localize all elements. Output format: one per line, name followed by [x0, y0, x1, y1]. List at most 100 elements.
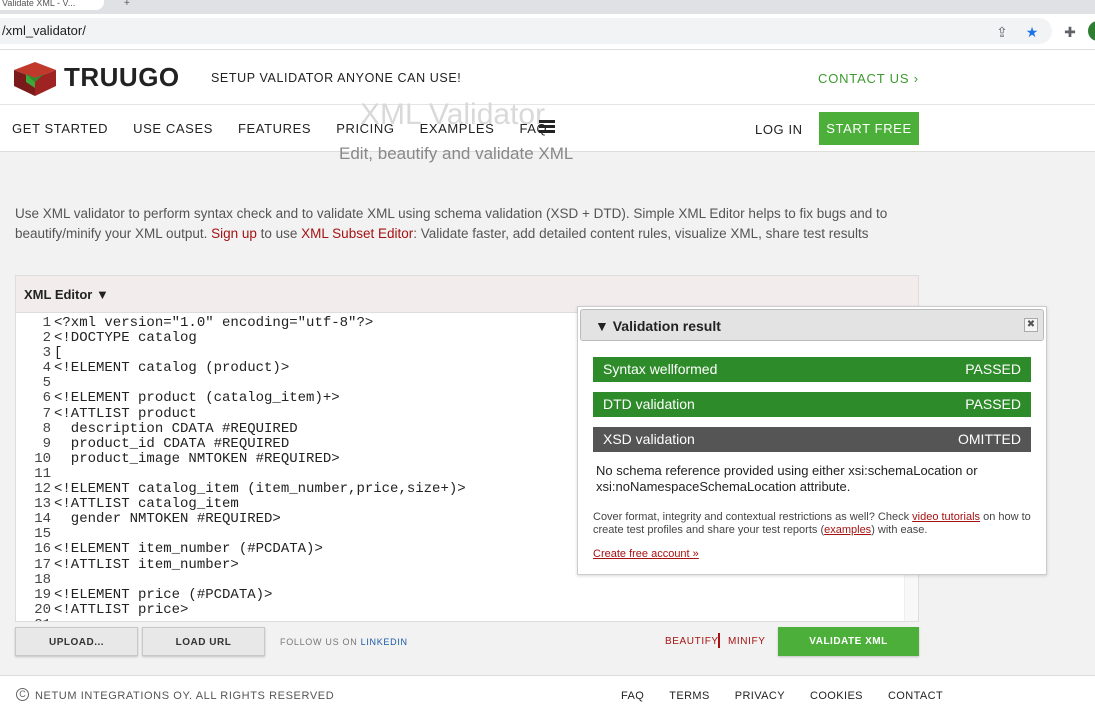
line-number: 13	[34, 496, 51, 513]
line-number: 11	[34, 465, 51, 482]
line-number: 7	[42, 405, 51, 422]
address-bar: /xml_validator/ ⇪ ★ ✚	[0, 14, 1095, 50]
code-line[interactable]: 19 <!ELEMENT price (#PCDATA)>	[16, 586, 904, 603]
url-text: /xml_validator/	[2, 23, 86, 38]
footer-link-terms[interactable]: TERMS	[669, 690, 710, 702]
validation-note: No schema reference provided using eithe…	[596, 463, 978, 494]
follow-us: FOLLOW US ON LINKEDIN	[280, 637, 408, 647]
start-free-button[interactable]: START FREE	[819, 112, 919, 145]
truugo-logo-icon[interactable]	[12, 62, 58, 96]
header-divider	[0, 104, 1095, 105]
line-number: 6	[42, 390, 51, 407]
beautify-link[interactable]: BEAUTIFY	[665, 636, 719, 647]
code-text[interactable]: <!ELEMENT catalog_item (item_number,pric…	[54, 481, 466, 497]
create-account-link[interactable]: Create free account »	[593, 548, 699, 560]
code-text[interactable]: gender NMTOKEN #REQUIRED>	[54, 511, 281, 527]
url-field[interactable]: /xml_validator/ ⇪ ★	[0, 18, 1052, 44]
line-number: 15	[34, 526, 51, 543]
code-line[interactable]: 21	[16, 617, 904, 621]
result-row-dtd: DTD validation PASSED	[593, 392, 1031, 417]
line-number: 17	[34, 556, 51, 573]
footer-link-cookies[interactable]: COOKIES	[810, 690, 863, 702]
load-url-button[interactable]: LOAD URL	[142, 627, 265, 656]
browser-tab-title: Validate XML - V...	[2, 0, 76, 8]
extensions-icon[interactable]: ✚	[1062, 24, 1078, 40]
code-line[interactable]: 20 <!ATTLIST price>	[16, 601, 904, 618]
line-number: 10	[34, 450, 51, 467]
help-part-3: ) with ease.	[871, 524, 928, 536]
code-text[interactable]: <!ATTLIST item_number>	[54, 557, 239, 573]
help-text: Cover format, integrity and contextual r…	[593, 511, 1038, 537]
line-number: 9	[42, 435, 51, 452]
intro-part-2: to use	[256, 225, 302, 241]
nav-examples[interactable]: EXAMPLES	[420, 121, 495, 136]
page: TRUUGO SETUP VALIDATOR ANYONE CAN USE! C…	[0, 50, 1095, 717]
code-text[interactable]: <!ELEMENT price (#PCDATA)>	[54, 587, 272, 603]
status-badge: PASSED	[965, 361, 1021, 377]
share-icon[interactable]: ⇪	[994, 24, 1010, 40]
line-number: 8	[42, 420, 51, 437]
code-text[interactable]: <!DOCTYPE catalog	[54, 330, 197, 346]
footer-link-faq[interactable]: FAQ	[621, 690, 644, 702]
validation-result-header[interactable]: ▼ Validation result ✖	[580, 309, 1044, 341]
code-text[interactable]: <!ATTLIST price>	[54, 602, 188, 618]
line-number: 4	[42, 360, 51, 377]
upload-button[interactable]: UPLOAD...	[15, 627, 138, 656]
copyright-text: NETUM INTEGRATIONS OY. ALL RIGHTS RESERV…	[35, 690, 335, 702]
follow-label: FOLLOW US ON	[280, 637, 361, 647]
copyright-icon: C	[16, 688, 29, 701]
footer-link-contact[interactable]: CONTACT	[888, 690, 943, 702]
examples-link[interactable]: examples	[824, 524, 871, 536]
profile-avatar[interactable]	[1088, 21, 1095, 41]
status-badge: OMITTED	[958, 431, 1021, 447]
nav-use-cases[interactable]: USE CASES	[133, 121, 213, 136]
video-tutorials-link[interactable]: video tutorials	[912, 511, 980, 523]
minify-link[interactable]: MINIFY	[728, 636, 766, 647]
bookmark-star-icon[interactable]: ★	[1024, 24, 1040, 40]
footer-link-privacy[interactable]: PRIVACY	[735, 690, 785, 702]
code-text[interactable]: <!ELEMENT catalog (product)>	[54, 360, 289, 376]
linkedin-link[interactable]: LINKEDIN	[361, 637, 408, 647]
code-text[interactable]: <!ELEMENT item_number (#PCDATA)>	[54, 541, 323, 557]
line-number: 21	[16, 617, 54, 621]
main-nav: GET STARTED USE CASES FEATURES PRICING E…	[12, 121, 547, 136]
line-number: 14	[34, 511, 51, 528]
line-number: 19	[34, 586, 51, 603]
login-link[interactable]: LOG IN	[755, 122, 803, 137]
xml-editor-title[interactable]: XML Editor ▼	[24, 287, 109, 302]
subset-editor-link[interactable]: XML Subset Editor	[301, 226, 413, 241]
code-text[interactable]: [	[54, 345, 62, 361]
intro-text: Use XML validator to perform syntax chec…	[15, 204, 920, 243]
code-text[interactable]: product_image NMTOKEN #REQUIRED>	[54, 451, 340, 467]
site-header: TRUUGO SETUP VALIDATOR ANYONE CAN USE! C…	[0, 50, 1095, 152]
code-text[interactable]: description CDATA #REQUIRED	[54, 421, 298, 437]
line-number: 2	[42, 330, 51, 347]
result-row-syntax: Syntax wellformed PASSED	[593, 357, 1031, 382]
new-tab-icon[interactable]: +	[124, 0, 130, 9]
code-text[interactable]: <!ATTLIST catalog_item	[54, 496, 239, 512]
result-row-xsd: XSD validation OMITTED	[593, 427, 1031, 452]
nav-features[interactable]: FEATURES	[238, 121, 311, 136]
line-number: 12	[34, 481, 51, 498]
logo-text[interactable]: TRUUGO	[64, 62, 180, 93]
code-text[interactable]: product_id CDATA #REQUIRED	[54, 436, 289, 452]
contact-us-link[interactable]: CONTACT US ›	[818, 71, 919, 86]
validate-xml-button[interactable]: VALIDATE XML	[778, 627, 919, 656]
browser-tab[interactable]: Validate XML - V...	[0, 0, 104, 10]
code-text[interactable]: <?xml version="1.0" encoding="utf-8"?>	[54, 316, 373, 331]
site-footer: C NETUM INTEGRATIONS OY. ALL RIGHTS RESE…	[0, 675, 1095, 717]
line-number: 5	[42, 375, 51, 392]
signup-link[interactable]: Sign up	[211, 226, 257, 241]
intro-part-3: : Validate faster, add detailed content …	[413, 225, 869, 241]
line-number: 1	[42, 316, 51, 331]
validation-result-panel: ▼ Validation result ✖ Syntax wellformed …	[577, 306, 1047, 575]
browser-tab-strip: Validate XML - V... +	[0, 0, 1095, 14]
hamburger-menu-icon[interactable]	[539, 120, 555, 134]
nav-get-started[interactable]: GET STARTED	[12, 121, 108, 136]
close-icon[interactable]: ✖	[1024, 318, 1038, 332]
line-number: 20	[34, 601, 51, 618]
code-text[interactable]: <!ATTLIST product	[54, 406, 197, 422]
page-subtitle: Edit, beautify and validate XML	[339, 144, 574, 163]
nav-pricing[interactable]: PRICING	[336, 121, 394, 136]
code-text[interactable]: <!ELEMENT product (catalog_item)+>	[54, 390, 340, 406]
